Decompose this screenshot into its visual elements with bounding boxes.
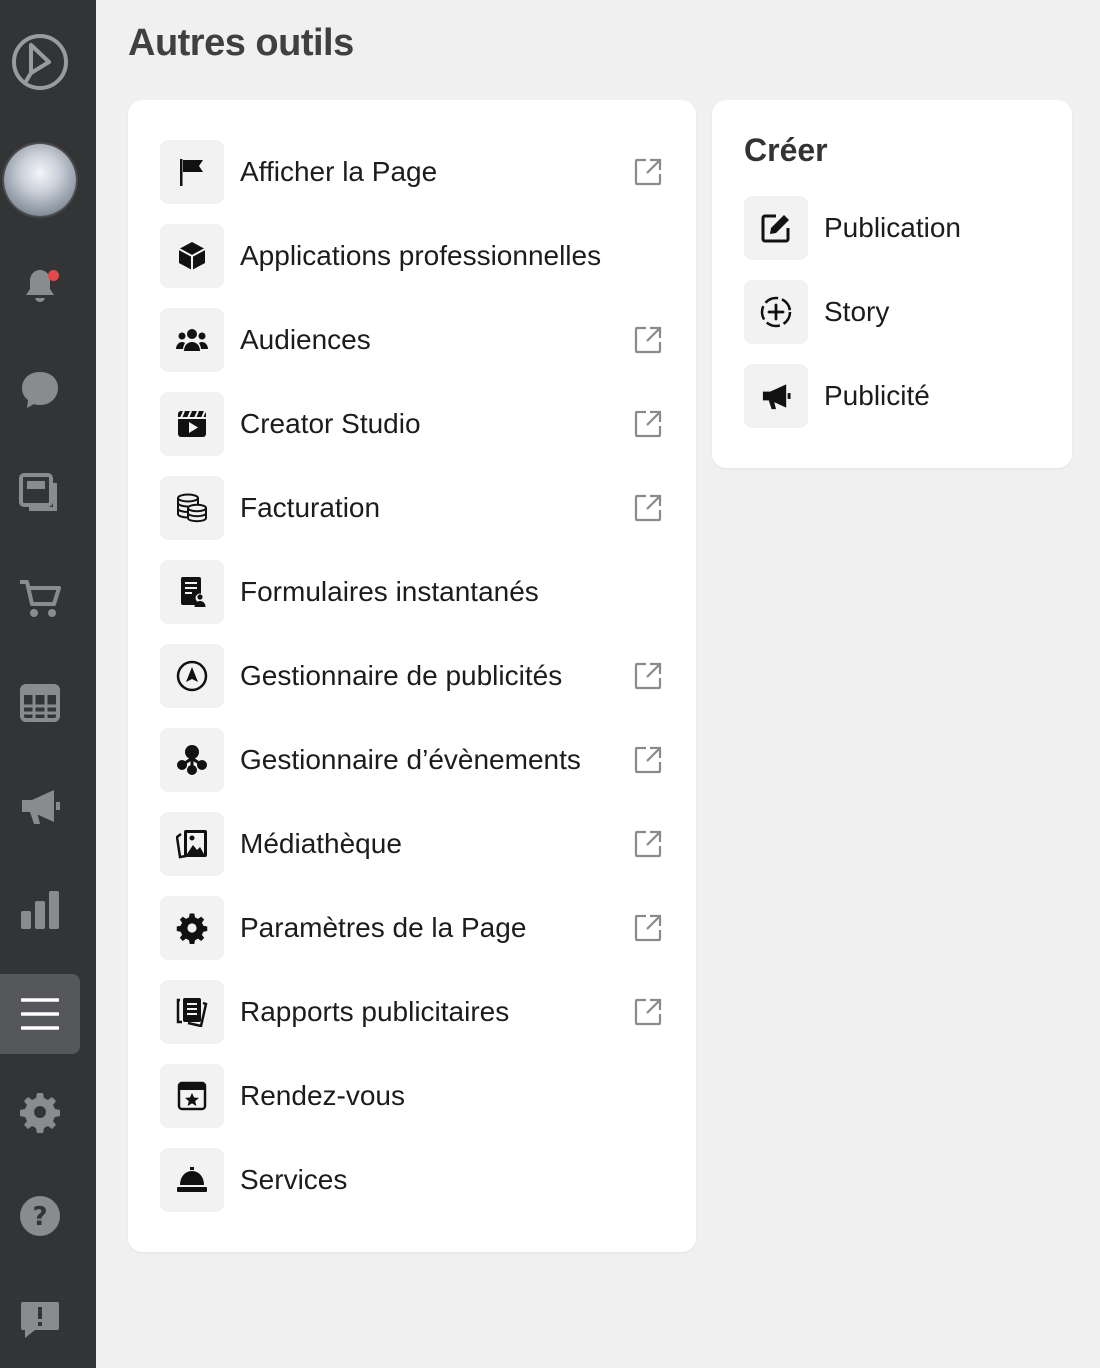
report-pages-icon xyxy=(160,980,224,1044)
meta-business-logo-icon[interactable] xyxy=(0,22,80,102)
tool-label: Gestionnaire d’évènements xyxy=(240,744,581,775)
tool-row-parametres-de-la-page[interactable]: Paramètres de la Page xyxy=(160,896,664,960)
external-link-icon xyxy=(632,408,664,440)
tool-label: Rendez-vous xyxy=(240,1080,405,1111)
bell-icon[interactable] xyxy=(0,246,80,326)
tool-label: Gestionnaire de publicités xyxy=(240,660,563,691)
service-bell-icon xyxy=(160,1148,224,1212)
external-link-icon xyxy=(632,492,664,524)
tool-label: Creator Studio xyxy=(240,408,421,439)
calendar-star-icon xyxy=(160,1064,224,1128)
help-icon[interactable]: ? xyxy=(0,1176,80,1256)
tools-card: Afficher la Page Applications profession… xyxy=(128,100,696,1252)
external-link-icon xyxy=(632,912,664,944)
tool-label: Formulaires instantanés xyxy=(240,576,539,607)
coins-stack-icon xyxy=(160,476,224,540)
megaphone-icon[interactable] xyxy=(0,766,80,846)
tool-label: Afficher la Page xyxy=(240,156,438,187)
chat-bubble-icon[interactable] xyxy=(0,350,80,430)
tool-label: Services xyxy=(240,1164,348,1195)
compose-icon xyxy=(744,196,808,260)
people-group-icon xyxy=(160,308,224,372)
external-link-icon xyxy=(632,660,664,692)
tool-label: Paramètres de la Page xyxy=(240,912,527,943)
tool-row-gestionnaire-de-publicites[interactable]: Gestionnaire de publicités xyxy=(160,644,664,708)
tool-row-applications-professionnelles[interactable]: Applications professionnelles xyxy=(160,224,664,288)
tool-label: Audiences xyxy=(240,324,371,355)
story-add-icon xyxy=(744,280,808,344)
external-link-icon xyxy=(632,156,664,188)
shopping-cart-icon[interactable] xyxy=(0,558,80,638)
tool-label: Applications professionnelles xyxy=(240,240,602,271)
tool-row-afficher-la-page[interactable]: Afficher la Page xyxy=(160,140,664,204)
tool-label: Facturation xyxy=(240,492,381,523)
calendar-grid-icon[interactable] xyxy=(0,662,80,742)
gear-icon xyxy=(160,896,224,960)
tool-row-rendez-vous[interactable]: Rendez-vous xyxy=(160,1064,664,1128)
megaphone-icon xyxy=(744,364,808,428)
tool-row-facturation[interactable]: Facturation xyxy=(160,476,664,540)
image-library-icon xyxy=(160,812,224,876)
clapperboard-icon xyxy=(160,392,224,456)
svg-text:?: ? xyxy=(32,1202,47,1232)
create-title: Créer xyxy=(744,132,828,168)
tool-row-audiences[interactable]: Audiences xyxy=(160,308,664,372)
flag-icon xyxy=(160,140,224,204)
create-card: Créer Publication Story Publicité xyxy=(712,100,1072,468)
notification-badge xyxy=(48,270,59,281)
page-title: Autres outils xyxy=(128,22,354,64)
feedback-icon[interactable] xyxy=(0,1280,80,1360)
create-label: Story xyxy=(824,296,890,327)
create-label: Publicité xyxy=(824,380,930,411)
tool-row-formulaires-instantanes[interactable]: Formulaires instantanés xyxy=(160,560,664,624)
hamburger-menu-icon[interactable] xyxy=(0,974,80,1054)
tool-row-rapports-publicitaires[interactable]: Rapports publicitaires xyxy=(160,980,664,1044)
tool-row-services[interactable]: Services xyxy=(160,1148,664,1212)
create-publicite-button[interactable]: Publicité xyxy=(744,364,1040,428)
tool-label: Rapports publicitaires xyxy=(240,996,510,1027)
tool-row-gestionnaire-d-evenements[interactable]: Gestionnaire d’évènements xyxy=(160,728,664,792)
external-link-icon xyxy=(632,828,664,860)
form-person-icon xyxy=(160,560,224,624)
gear-icon[interactable] xyxy=(0,1072,80,1152)
create-story-button[interactable]: Story xyxy=(744,280,1040,344)
external-link-icon xyxy=(632,324,664,356)
left-nav-rail: ? xyxy=(0,0,96,1368)
tool-label: Médiathèque xyxy=(240,828,402,859)
compass-arrow-icon xyxy=(160,644,224,708)
create-label: Publication xyxy=(824,212,961,243)
external-link-icon xyxy=(632,744,664,776)
tool-row-creator-studio[interactable]: Creator Studio xyxy=(160,392,664,456)
content-pages-icon[interactable] xyxy=(0,454,80,534)
tool-row-mediatheque[interactable]: Médiathèque xyxy=(160,812,664,876)
profile-avatar[interactable] xyxy=(0,140,80,220)
cube-icon xyxy=(160,224,224,288)
bar-chart-icon[interactable] xyxy=(0,870,80,950)
create-publication-button[interactable]: Publication xyxy=(744,196,1040,260)
external-link-icon xyxy=(632,996,664,1028)
nodes-icon xyxy=(160,728,224,792)
